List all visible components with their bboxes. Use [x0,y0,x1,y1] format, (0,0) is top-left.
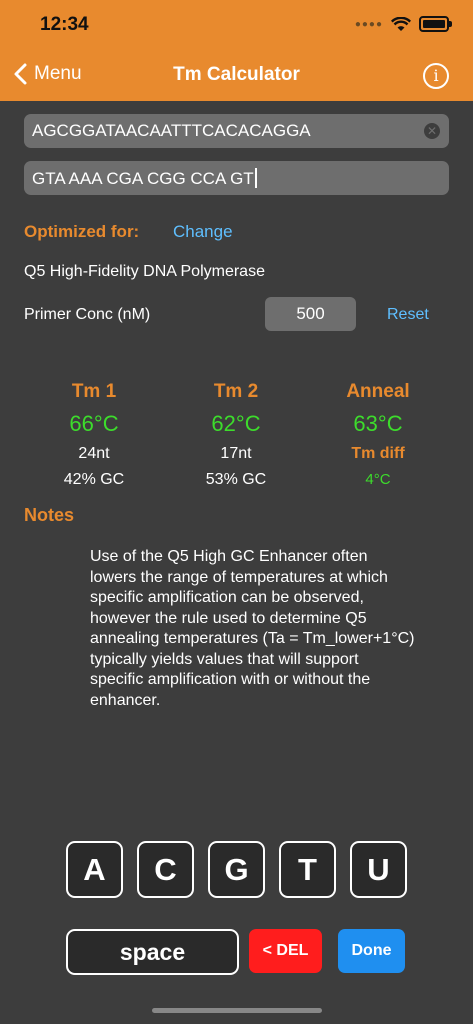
tm1-length: 24nt [78,445,110,462]
key-g[interactable]: G [208,841,265,898]
notes-line: however the rule used to determine Q5 [90,609,367,627]
anneal-temp: 63°C [353,411,403,436]
primer1-value: AGCGGATAACAATTTCACACAGGA [32,121,311,140]
notes-line: lowers the range of temperatures at whic… [90,568,388,586]
status-time: 12:34 [40,14,89,35]
done-button[interactable]: Done [338,929,405,973]
anneal-heading: Anneal [346,381,410,402]
tm1-gc: 42% GC [63,471,125,488]
primer2-input[interactable]: GTA AAA CGA CGG CCA GT [24,161,449,195]
notes-body: Use of the Q5 High GC Enhancer often low… [90,547,450,711]
tm2-gc: 53% GC [205,471,267,488]
optimized-for-label: Optimized for: [24,222,140,241]
space-key[interactable]: space [66,929,239,975]
key-a[interactable]: A [66,841,123,898]
polymerase-name: Q5 High-Fidelity DNA Polymerase [24,263,265,280]
notes-line: typically yields values that will suppor… [90,650,359,668]
notes-line: enhancer. [90,691,161,709]
notes-title: Notes [24,505,75,525]
tm1-temp: 66°C [69,411,119,436]
reset-button[interactable]: Reset [387,306,429,324]
info-icon[interactable]: i [423,63,449,89]
tm1-column: Tm 1 66°C 24nt 42% GC [19,381,169,489]
clear-icon[interactable]: ✕ [424,123,440,139]
wifi-icon [391,16,411,31]
key-c[interactable]: C [137,841,194,898]
text-cursor [254,168,257,188]
primer-conc-label: Primer Conc (nM) [24,306,151,323]
page-title: Tm Calculator [173,64,300,85]
notes-line: Use of the Q5 High GC Enhancer often [90,548,368,565]
status-icons: ●●●● [354,16,452,32]
tm-diff-label: Tm diff [351,445,405,462]
tm2-length: 17nt [220,445,252,462]
change-button[interactable]: Change [173,222,233,242]
primer2-value: GTA AAA CGA CGG CCA GT [32,169,254,188]
home-indicator[interactable] [152,1008,322,1013]
key-t[interactable]: T [279,841,336,898]
primer1-input[interactable]: AGCGGATAACAATTTCACACAGGA ✕ [24,114,449,148]
delete-key[interactable]: < DEL [249,929,322,973]
tm2-column: Tm 2 62°C 17nt 53% GC [161,381,311,489]
notes-line: annealing temperatures (Ta = Tm_lower+1°… [90,630,415,647]
tm2-temp: 62°C [211,411,261,436]
tm-diff-value: 4°C [365,471,391,488]
anneal-column: Anneal 63°C Tm diff 4°C [303,381,453,488]
primer-conc-input[interactable]: 500 [265,297,356,331]
tm2-heading: Tm 2 [213,381,259,402]
nav-bar: Menu Tm Calculator i [0,50,473,101]
status-bar: 12:34 ●●●● [0,0,473,50]
notes-line: specific amplification can be observed, [90,589,364,606]
signal-dots-icon: ●●●● [354,18,383,30]
key-u[interactable]: U [350,841,407,898]
tm1-heading: Tm 1 [71,381,117,402]
notes-line: specific amplification with or without t… [90,671,371,688]
battery-icon [419,16,452,32]
